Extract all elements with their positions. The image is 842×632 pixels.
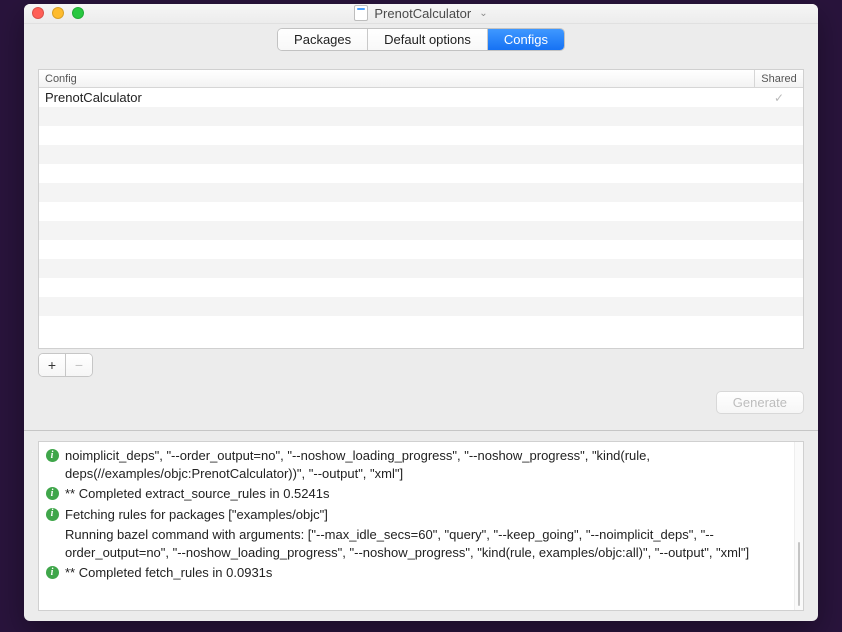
log-text: Running bazel command with arguments: ["… — [65, 526, 788, 562]
chevron-down-icon: ⌄ — [479, 8, 487, 19]
scrollbar-thumb[interactable] — [798, 542, 800, 606]
log-text: ** Completed fetch_rules in 0.0931s — [65, 564, 788, 582]
log-text: ** Completed extract_source_rules in 0.5… — [65, 485, 788, 503]
zoom-icon[interactable] — [72, 7, 84, 19]
table-row[interactable]: PrenotCalculator ✓ — [39, 88, 803, 107]
content-area: Config Shared PrenotCalculator ✓ + − Gene… — [24, 55, 818, 621]
close-icon[interactable] — [32, 7, 44, 19]
info-icon: i — [46, 487, 59, 500]
remove-button[interactable]: − — [66, 354, 92, 376]
log-text: noimplicit_deps", "--order_output=no", "… — [65, 447, 788, 483]
tabs-bar: Packages Default options Configs — [24, 24, 818, 55]
table-row[interactable] — [39, 240, 803, 259]
add-button[interactable]: + — [39, 354, 66, 376]
checkmark-icon[interactable]: ✓ — [774, 91, 784, 105]
log-line: i ** Completed fetch_rules in 0.0931s — [45, 563, 788, 583]
configs-table: Config Shared PrenotCalculator ✓ — [38, 69, 804, 349]
table-row[interactable] — [39, 297, 803, 316]
tabs-segmented-control: Packages Default options Configs — [277, 28, 565, 51]
tab-configs[interactable]: Configs — [488, 29, 564, 50]
table-header: Config Shared — [39, 70, 803, 88]
column-header-config[interactable]: Config — [39, 70, 755, 87]
table-row[interactable] — [39, 278, 803, 297]
log-line: i ** Completed extract_source_rules in 0.… — [45, 484, 788, 504]
table-row[interactable] — [39, 183, 803, 202]
table-row[interactable] — [39, 164, 803, 183]
traffic-lights — [32, 7, 84, 19]
tab-default-options[interactable]: Default options — [368, 29, 488, 50]
app-window: PrenotCalculator ⌄ Packages Default opti… — [24, 4, 818, 621]
table-row[interactable] — [39, 107, 803, 126]
add-remove-bar: + − — [38, 353, 804, 377]
log-line: i noimplicit_deps", "--order_output=no", … — [45, 446, 788, 484]
table-row[interactable] — [39, 259, 803, 278]
minimize-icon[interactable] — [52, 7, 64, 19]
window-title-text: PrenotCalculator — [374, 6, 471, 21]
document-icon — [354, 5, 368, 21]
table-row[interactable] — [39, 202, 803, 221]
generate-button[interactable]: Generate — [716, 391, 804, 414]
pane-divider[interactable] — [24, 430, 818, 431]
table-row[interactable] — [39, 126, 803, 145]
config-name-cell: PrenotCalculator — [39, 90, 755, 105]
info-icon: i — [46, 508, 59, 521]
log-panel: i noimplicit_deps", "--order_output=no", … — [38, 441, 804, 611]
tab-packages[interactable]: Packages — [278, 29, 368, 50]
log-line: i Fetching rules for packages ["examples/… — [45, 505, 788, 525]
log-line: Running bazel command with arguments: ["… — [45, 525, 788, 563]
table-body[interactable]: PrenotCalculator ✓ — [39, 88, 803, 348]
table-row[interactable] — [39, 221, 803, 240]
titlebar: PrenotCalculator ⌄ — [24, 4, 818, 24]
log-text: Fetching rules for packages ["examples/o… — [65, 506, 788, 524]
table-row[interactable] — [39, 145, 803, 164]
log-body[interactable]: i noimplicit_deps", "--order_output=no", … — [39, 442, 794, 610]
table-row[interactable] — [39, 316, 803, 335]
log-scrollbar[interactable] — [794, 442, 803, 610]
info-icon: i — [46, 566, 59, 579]
window-title: PrenotCalculator ⌄ — [24, 4, 818, 24]
column-header-shared[interactable]: Shared — [755, 73, 803, 85]
info-icon: i — [46, 449, 59, 462]
shared-cell: ✓ — [755, 91, 803, 105]
